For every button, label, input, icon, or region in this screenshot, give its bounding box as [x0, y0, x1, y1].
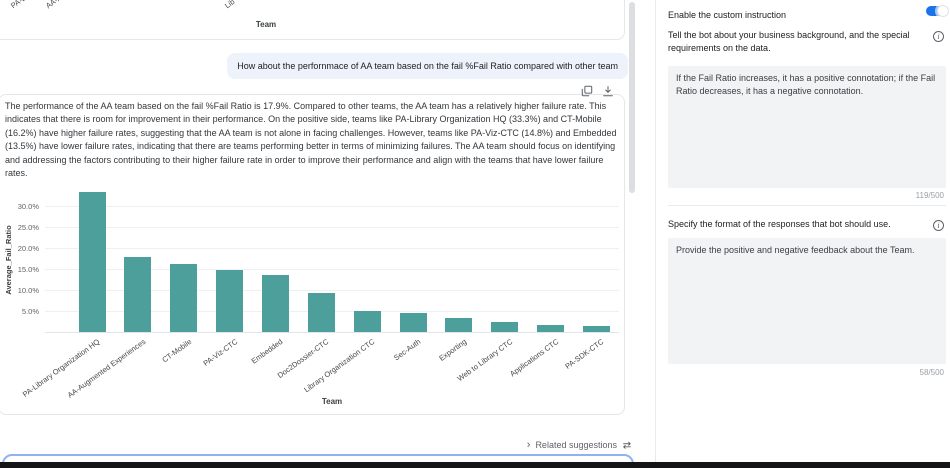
- previous-chart-card: PA-Li AA-Au Lib Team: [0, 0, 625, 40]
- business-background-textarea[interactable]: If the Fail Ratio increases, it has a po…: [668, 66, 946, 188]
- bar-Embedded: [262, 275, 289, 332]
- download-button[interactable]: [602, 84, 616, 98]
- toggle-knob: [937, 5, 949, 17]
- previous-chart-x-tick: PA-Li: [9, 0, 29, 10]
- chart-x-tick-label: Web to Library CTC: [420, 337, 514, 409]
- chart-x-tick-label: PA-SDK-CTC: [511, 337, 605, 409]
- enable-custom-instruction-label: Enable the custom instruction: [668, 10, 786, 20]
- bar-PA-Viz-CTC: [216, 270, 243, 332]
- chart-y-tick-label: 15.0%: [1, 265, 39, 274]
- related-suggestions-label: Related suggestions: [535, 440, 617, 450]
- chart-gridline: [45, 206, 619, 207]
- format-char-counter: 58/500: [920, 368, 944, 377]
- bar-CT-Mobile: [170, 264, 197, 332]
- bar-Exporting: [445, 318, 472, 332]
- panel-divider: [655, 0, 656, 462]
- custom-instruction-toggle[interactable]: [926, 6, 944, 16]
- related-suggestions-button[interactable]: › Related suggestions: [527, 440, 632, 450]
- chart-y-tick-label: 10.0%: [1, 286, 39, 295]
- response-format-label: Specify the format of the responses that…: [668, 218, 920, 231]
- chart-y-tick-label: 30.0%: [1, 202, 39, 211]
- scrollbar-thumb[interactable]: [629, 2, 635, 193]
- bar-Sec-Auth: [400, 313, 427, 332]
- chart-y-tick-label: 5.0%: [1, 307, 39, 316]
- chart-x-tick-label: AA-Augmented Experiences: [53, 337, 147, 409]
- bar-Doc2Dossier-CTC: [308, 293, 335, 332]
- previous-chart-x-tick: Lib: [223, 0, 236, 10]
- bar-chart: Average_Fail_Ratio Team 5.0%10.0%15.0%20…: [0, 95, 626, 416]
- response-format-textarea[interactable]: Provide the positive and negative feedba…: [668, 238, 946, 364]
- download-icon: [602, 85, 614, 97]
- info-icon[interactable]: i: [933, 220, 944, 231]
- refresh-icon: [622, 440, 632, 450]
- chart-x-tick-label: Applications CTC: [466, 337, 560, 409]
- chart-gridline: [45, 248, 619, 249]
- chart-y-tick-label: 25.0%: [1, 223, 39, 232]
- chart-gridline: [45, 227, 619, 228]
- bar-Web to Library CTC: [491, 322, 518, 332]
- chart-y-axis-label: Average_Fail_Ratio: [4, 200, 16, 320]
- chat-panel: PA-Li AA-Au Lib Team How about the perforn…: [0, 0, 655, 468]
- bar-Library Organization CTC: [354, 311, 381, 332]
- chart-x-tick-label: PA-Library Organization HQ: [7, 337, 101, 409]
- chart-x-tick-label: PA-Viz-CTC: [145, 337, 239, 409]
- assistant-response-card: The performance of the AA team based on …: [0, 94, 625, 415]
- previous-chart-x-tick: AA-Au: [44, 0, 67, 10]
- bar-AA-Augmented Experiences: [124, 257, 151, 332]
- background-char-counter: 119/500: [916, 191, 944, 200]
- info-icon[interactable]: i: [933, 31, 944, 42]
- chart-x-tick-label: CT-Mobile: [99, 337, 193, 409]
- chevron-right-icon: ›: [527, 441, 531, 450]
- bar-PA-SDK-CTC: [583, 326, 610, 332]
- user-message-text: How about the perfornmace of AA team bas…: [237, 61, 618, 71]
- copy-button[interactable]: [581, 84, 595, 98]
- sidebar-divider: [668, 205, 946, 206]
- previous-chart-x-axis-label: Team: [16, 20, 516, 29]
- chart-x-axis-line: [45, 332, 619, 333]
- bottom-bar: [0, 462, 950, 468]
- bar-Applications CTC: [537, 325, 564, 332]
- custom-instruction-panel: Enable the custom instruction Tell the b…: [668, 0, 946, 462]
- business-background-label: Tell the bot about your business backgro…: [668, 29, 920, 54]
- user-message-bubble: How about the perfornmace of AA team bas…: [227, 53, 628, 79]
- bar-PA-Library Organization HQ: [79, 192, 106, 332]
- copy-icon: [581, 85, 593, 97]
- chart-y-tick-label: 20.0%: [1, 244, 39, 253]
